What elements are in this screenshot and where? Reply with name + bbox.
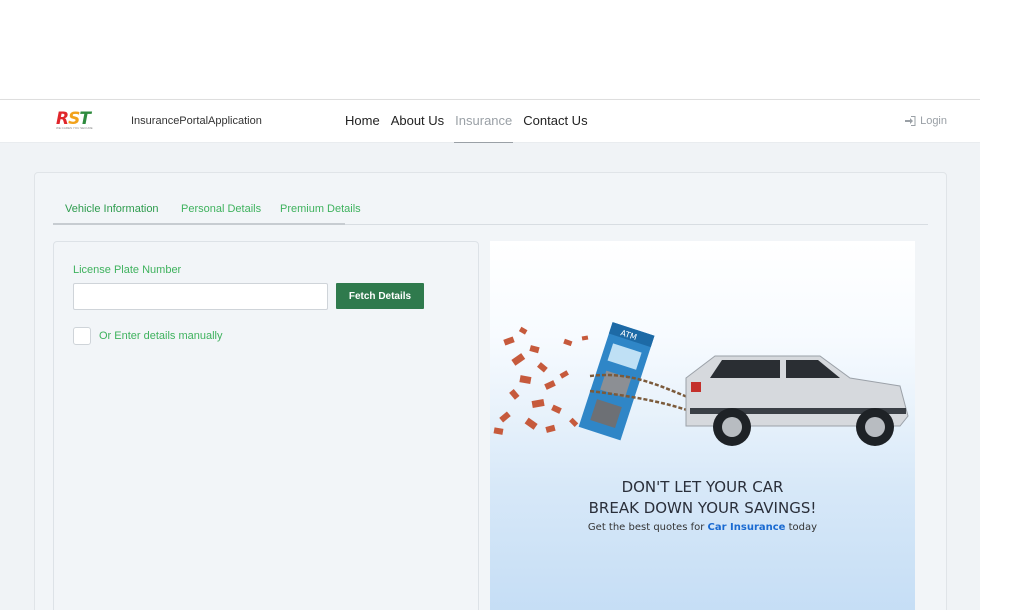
login-label: Login (920, 115, 947, 127)
nav-link-insurance[interactable]: Insurance (454, 113, 514, 143)
quote-card: Vehicle Information Personal Details Pre… (34, 172, 947, 610)
nav-link-about-us[interactable]: About Us (391, 113, 444, 129)
vehicle-form-panel: License Plate Number Fetch Details Or En… (53, 241, 479, 610)
car-insurance-promo-banner: ATM DON'T LET YOUR CAR BREAK DOWN YOUR S… (490, 241, 915, 610)
manual-entry-row: Or Enter details manually (73, 327, 223, 345)
nav-link-home[interactable]: Home (345, 113, 380, 129)
manual-entry-label[interactable]: Or Enter details manually (99, 330, 223, 342)
logo-tagline: WE CARES YOU SECURE (56, 126, 93, 130)
sign-in-icon (905, 116, 916, 126)
promo-subtext-highlight: Car Insurance (707, 522, 786, 533)
page: RST WE CARES YOU SECURE InsurancePortalA… (0, 0, 1024, 610)
tab-active-underline (53, 223, 345, 225)
manual-entry-checkbox[interactable] (73, 327, 91, 345)
suv-car (685, 355, 909, 446)
app-name[interactable]: InsurancePortalApplication (131, 115, 262, 127)
fetch-details-button[interactable]: Fetch Details (336, 283, 424, 309)
promo-headline-line-1: DON'T LET YOUR CAR (621, 478, 784, 496)
promo-headline-line-2: BREAK DOWN YOUR SAVINGS! (588, 499, 817, 517)
nav-links: Home About Us Insurance Contact Us (345, 113, 599, 143)
tab-vehicle-information[interactable]: Vehicle Information (65, 203, 159, 215)
nav-link-contact-us[interactable]: Contact Us (523, 113, 587, 129)
atm-machine: ATM (578, 322, 655, 441)
rst-logo[interactable]: RST WE CARES YOU SECURE (56, 111, 102, 132)
tab-personal-details[interactable]: Personal Details (181, 203, 261, 215)
step-tabs: Vehicle Information Personal Details Pre… (53, 203, 928, 225)
window-gutter (980, 0, 1024, 610)
promo-subtext-prefix: Get the best quotes for (587, 522, 708, 533)
top-navbar: RST WE CARES YOU SECURE InsurancePortalA… (0, 99, 980, 143)
car-pulling-atm-illustration: ATM (493, 322, 909, 446)
login-link[interactable]: Login (904, 115, 947, 127)
promo-subtext-suffix: today (785, 522, 818, 533)
flying-bricks (493, 326, 589, 435)
license-plate-input[interactable] (73, 283, 328, 310)
tab-premium-details[interactable]: Premium Details (280, 203, 361, 215)
license-plate-label: License Plate Number (73, 264, 182, 276)
promo-subtext: Get the best quotes for Car Insurance to… (490, 522, 915, 533)
